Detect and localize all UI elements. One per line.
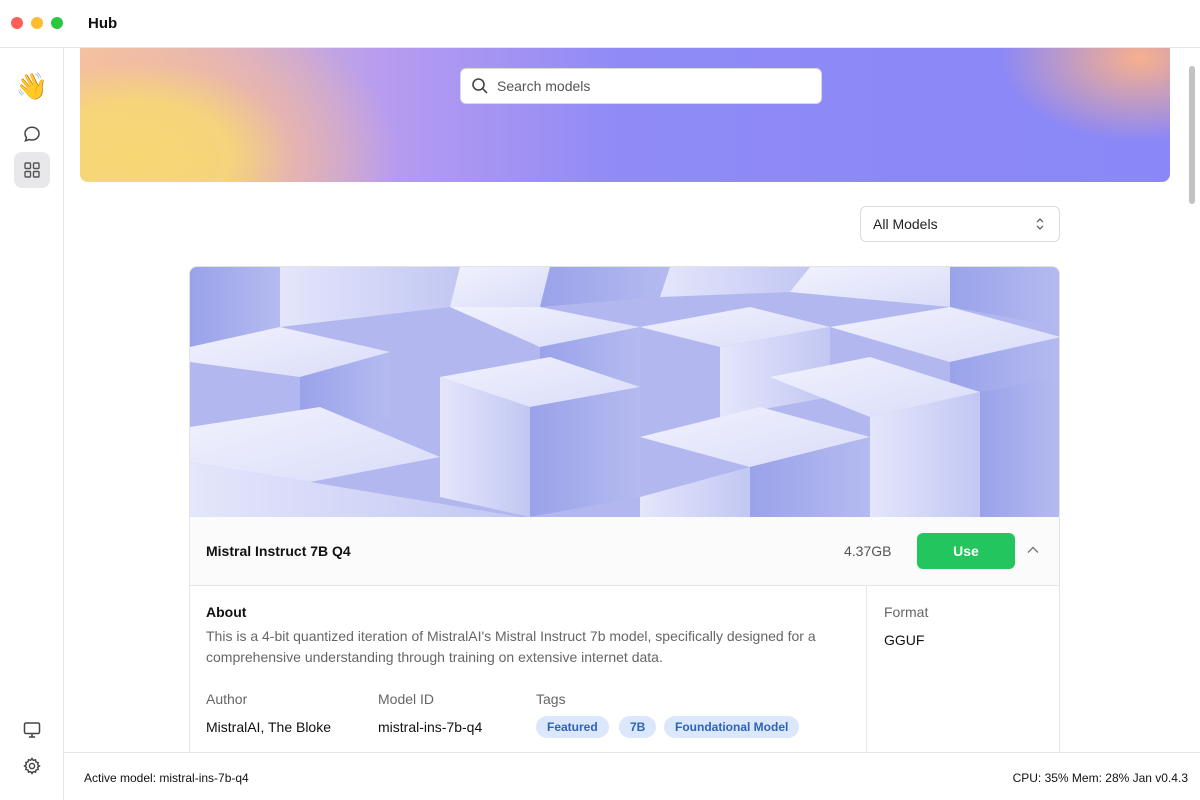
- format-label: Format: [884, 604, 929, 620]
- sidebar-item-hub[interactable]: [14, 152, 50, 188]
- chevron-up-down-icon: [1036, 218, 1044, 230]
- model-filter-select[interactable]: All Models: [860, 206, 1060, 242]
- model-cover-image: [190, 267, 1059, 517]
- maximize-window-button[interactable]: [51, 17, 63, 29]
- waving-hand-icon: 👋: [15, 71, 49, 101]
- sidebar: 👋: [0, 48, 64, 800]
- grid-icon: [24, 162, 40, 178]
- gear-icon: [23, 757, 41, 775]
- sidebar-item-system-monitor[interactable]: [14, 712, 50, 748]
- main-scrollbar[interactable]: [1184, 48, 1200, 752]
- search-icon: [472, 78, 488, 94]
- model-name: Mistral Instruct 7B Q4: [206, 543, 351, 559]
- cubes-illustration: [190, 267, 1059, 517]
- app-window: Hub 👋 Search models All Models Mistral I…: [0, 0, 1200, 800]
- tags-label: Tags: [536, 691, 566, 707]
- about-heading: About: [206, 604, 247, 620]
- hub-main: All Models: [64, 48, 1184, 752]
- title-bar: Hub: [0, 0, 1200, 48]
- hero-banner: [80, 48, 1170, 182]
- model-id-value: mistral-ins-7b-q4: [378, 719, 483, 735]
- model-details-main: About This is a 4-bit quantized iteratio…: [190, 586, 867, 752]
- model-card-header: Mistral Instruct 7B Q4 4.37GB Use: [190, 517, 1059, 586]
- format-value: GGUF: [884, 632, 925, 648]
- sidebar-item-getting-started[interactable]: 👋: [14, 68, 50, 104]
- sidebar-item-chat[interactable]: [14, 116, 50, 152]
- status-bar: Active model: mistral-ins-7b-q4 CPU: 35%…: [64, 752, 1200, 800]
- active-model-status: Active model: mistral-ins-7b-q4: [84, 771, 249, 785]
- model-card-details: About This is a 4-bit quantized iteratio…: [190, 586, 1059, 752]
- minimize-window-button[interactable]: [31, 17, 43, 29]
- model-filter-value: All Models: [873, 216, 938, 232]
- chat-bubble-icon: [24, 126, 40, 143]
- tag-featured: Featured: [536, 716, 609, 738]
- model-size: 4.37GB: [844, 543, 892, 559]
- sidebar-item-settings[interactable]: [14, 748, 50, 784]
- tag-7b: 7B: [619, 716, 657, 738]
- use-model-button[interactable]: Use: [917, 533, 1015, 569]
- author-value: MistralAI, The Bloke: [206, 719, 332, 735]
- about-description: This is a 4-bit quantized iteration of M…: [206, 628, 816, 665]
- close-window-button[interactable]: [11, 17, 23, 29]
- system-stats: CPU: 35% Mem: 28% Jan v0.4.3: [1012, 771, 1188, 785]
- model-card: Mistral Instruct 7B Q4 4.37GB Use About …: [189, 266, 1060, 752]
- tag-foundational-model: Foundational Model: [664, 716, 800, 738]
- author-label: Author: [206, 691, 248, 707]
- window-title: Hub: [88, 15, 118, 32]
- chevron-up-icon[interactable]: [1026, 543, 1040, 557]
- model-id-label: Model ID: [378, 691, 435, 707]
- search-input[interactable]: [497, 78, 797, 94]
- monitor-icon: [23, 722, 41, 738]
- search-box[interactable]: [460, 68, 822, 104]
- scrollbar-thumb[interactable]: [1189, 66, 1195, 204]
